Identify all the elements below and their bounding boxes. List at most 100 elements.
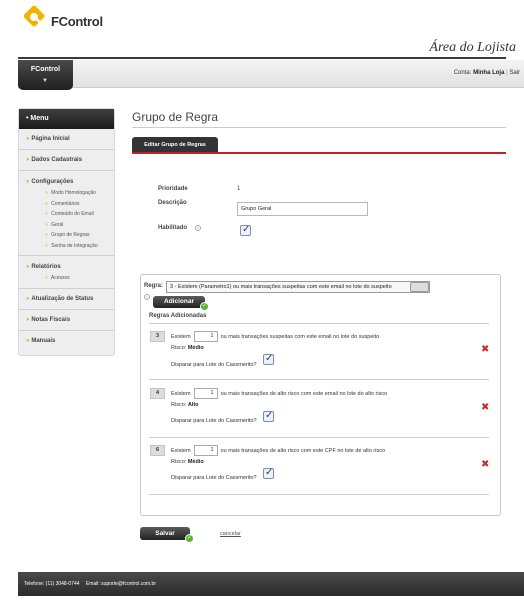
tab-edit-rule-group[interactable]: Editar Grupo de Regras <box>132 137 218 153</box>
priority-value: 1 <box>237 186 241 192</box>
rules-divider <box>149 323 489 324</box>
logout-link[interactable]: Sair <box>509 70 520 76</box>
enabled-checkbox[interactable] <box>240 224 251 236</box>
description-field[interactable]: Grupo Geral <box>237 202 368 216</box>
footer-email[interactable]: Email: suporte@fcontrol.com.br <box>86 581 156 587</box>
risk-value: Médio <box>187 345 204 351</box>
rule-text-post: ou mais transações de alto risco com est… <box>220 447 386 454</box>
risk-value: Alto <box>187 402 199 408</box>
header-divider <box>18 57 506 59</box>
sidebar-item-label: Manuais <box>31 337 56 344</box>
tab-underline <box>132 152 506 154</box>
add-rule-button[interactable]: Adicionar ✓ <box>153 296 209 311</box>
rule-label: Regra: <box>144 283 164 289</box>
brand-tab[interactable]: FControl ▼ <box>18 60 73 90</box>
bullet-icon: » <box>26 337 30 344</box>
sidebar-subitem-label: Modo Homologação <box>51 190 96 196</box>
sidebar-item-status-update[interactable]: » Atualização de Status <box>19 289 114 310</box>
bullet-icon: » <box>45 190 48 196</box>
sidebar-subitem-comments[interactable]: » Comentários <box>26 199 114 210</box>
delete-icon[interactable]: ✖ <box>481 459 489 470</box>
risk-label: Risco: <box>171 345 187 351</box>
rule-description: Existem 1 ou mais transações de alto risco… <box>171 388 387 399</box>
sidebar-item-reports[interactable]: » Relatórios » Acessos <box>19 256 114 289</box>
sidebar-item-label: Atualização de Status <box>31 295 94 302</box>
rules-divider <box>149 379 489 380</box>
add-rule-label: Adicionar <box>164 298 194 305</box>
bullet-icon: » <box>26 316 30 323</box>
sidebar-item-invoices[interactable]: » Notas Fiscais <box>19 310 114 331</box>
page-title: Grupo de Regra <box>132 110 219 124</box>
sidebar-subitem-access[interactable]: » Acessos <box>26 273 114 284</box>
logo-text: FControl <box>51 14 103 29</box>
sidebar-item-manuals[interactable]: » Manuais <box>19 331 114 352</box>
rule-text-post: ou mais transações suspeitas com este em… <box>220 333 380 340</box>
rule-dispatch-label: Disparar para Lote do Cassmerito? <box>171 418 257 424</box>
help-icon[interactable]: ? <box>144 294 150 300</box>
check-icon: ✓ <box>200 302 209 311</box>
sidebar-subitem-homologation[interactable]: » Modo Homologação <box>26 188 114 199</box>
rule-description: Existem 1 ou mais transações de alto risco… <box>171 445 385 456</box>
top-bar <box>18 60 524 88</box>
rules-divider <box>149 437 489 438</box>
rule-select-button[interactable] <box>410 282 429 292</box>
sidebar-item-home[interactable]: » Página Inicial <box>19 129 114 150</box>
sidebar-item-registration[interactable]: » Dados Cadastrais <box>19 150 114 171</box>
logo-icon <box>24 6 45 27</box>
risk-label: Risco: <box>171 402 187 408</box>
sidebar: • Menu » Página Inicial » Dados Cadastrais… <box>18 108 115 356</box>
priority-label: Prioridade <box>158 186 188 192</box>
fcontrol-logo[interactable]: FControl <box>24 6 124 36</box>
sidebar-subitem-general[interactable]: » Geral <box>26 220 114 231</box>
area-title: Área do Lojista <box>429 40 516 55</box>
sidebar-item-settings[interactable]: » Configurações » Modo Homologação » Come… <box>19 171 114 256</box>
sidebar-item-label: Notas Fiscais <box>31 316 71 323</box>
cancel-link[interactable]: cancelar <box>220 531 241 537</box>
rule-param-input[interactable]: 1 <box>193 445 218 456</box>
footer-phone: Telefone: (11) 3048-0744 <box>24 581 80 587</box>
sidebar-subitem-email-content[interactable]: » Conteúdo do Email <box>26 209 114 220</box>
rule-dispatch-checkbox[interactable] <box>263 353 274 365</box>
sidebar-item-label: Página Inicial <box>31 136 70 142</box>
store-name: Minha Loja <box>473 70 505 76</box>
sidebar-subitem-label: Geral <box>51 221 64 228</box>
rule-param-input[interactable]: 1 <box>193 388 218 399</box>
description-label: Descrição <box>158 200 187 206</box>
rule-text-pre: Existem <box>171 333 191 340</box>
bullet-icon: » <box>26 295 30 302</box>
bullet-icon: » <box>45 221 48 228</box>
sidebar-subitem-label: Senha de Integração <box>51 242 98 249</box>
bullet-icon: » <box>45 200 48 207</box>
help-icon[interactable]: ? <box>195 225 201 231</box>
rule-risk: Risco: Médio <box>171 345 204 351</box>
sidebar-subitem-label: Conteúdo do Email <box>51 211 94 217</box>
bullet-icon: » <box>45 232 48 238</box>
delete-icon[interactable]: ✖ <box>481 402 489 413</box>
menu-title: Menu <box>30 115 49 122</box>
sidebar-item-label: Configurações <box>31 179 74 185</box>
rule-risk: Risco: Alto <box>171 402 199 408</box>
sidebar-item-label: Dados Cadastrais <box>31 157 83 163</box>
menu-header[interactable]: • Menu <box>19 109 114 129</box>
delete-icon[interactable]: ✖ <box>481 344 489 355</box>
bullet-icon: » <box>45 275 48 281</box>
save-label: Salvar <box>155 530 175 537</box>
sidebar-subitem-integration-password[interactable]: » Senha de Integração <box>26 241 114 252</box>
save-button[interactable]: Salvar ✓ <box>140 527 194 543</box>
rule-dispatch-checkbox[interactable] <box>263 467 274 479</box>
chevron-down-icon: ▼ <box>42 78 48 84</box>
added-rules-label: Regras Adicionadas <box>149 313 207 319</box>
rules-divider <box>149 494 489 495</box>
rule-dispatch-checkbox[interactable] <box>263 410 274 422</box>
rule-risk: Risco: Médio <box>171 459 204 465</box>
enabled-label: Habilitado <box>158 225 188 231</box>
rule-select[interactable]: 3 - Existem (Parametro1) ou mais transaç… <box>166 281 430 293</box>
risk-value: Médio <box>187 459 204 465</box>
store-info: Conta: Minha Loja | Sair <box>453 70 520 76</box>
rule-param-input[interactable]: 1 <box>193 331 218 342</box>
sidebar-subitem-rule-groups[interactable]: » Grupo de Regras <box>26 230 114 241</box>
footer: Telefone: (11) 3048-0744 Email: suporte@… <box>18 572 524 596</box>
store-label: Conta: <box>453 70 472 76</box>
sidebar-item-label: Relatórios <box>31 264 61 270</box>
bullet-icon: » <box>26 157 30 163</box>
